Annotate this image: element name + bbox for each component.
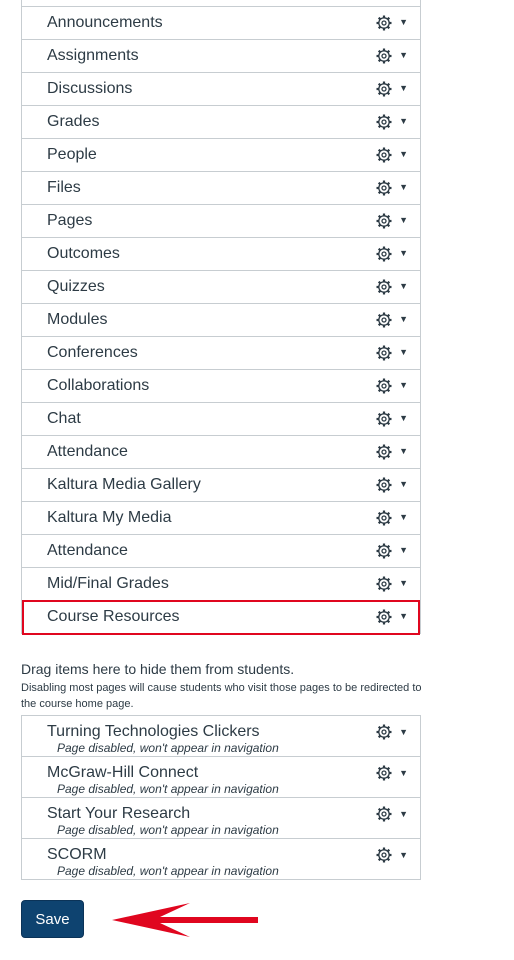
gear-icon[interactable] <box>376 147 392 163</box>
hidden-item-label: SCORM <box>47 846 107 863</box>
gear-icon[interactable] <box>376 806 392 822</box>
chevron-down-icon[interactable]: ▼ <box>399 347 408 357</box>
nav-item-quizzes[interactable]: Quizzes ▼ <box>22 270 420 303</box>
gear-icon[interactable] <box>376 114 392 130</box>
chevron-down-icon[interactable]: ▼ <box>399 149 408 159</box>
nav-item-files[interactable]: Files ▼ <box>22 171 420 204</box>
hidden-item-label: McGraw-Hill Connect <box>47 764 199 781</box>
left-arrow-annotation <box>112 903 258 937</box>
nav-item-label: Kaltura Media Gallery <box>47 476 201 493</box>
chevron-down-icon[interactable]: ▼ <box>399 479 408 489</box>
nav-item-label: Announcements <box>47 14 163 31</box>
gear-icon[interactable] <box>376 246 392 262</box>
chevron-down-icon[interactable]: ▼ <box>399 413 408 423</box>
nav-item-label: Mid/Final Grades <box>47 575 169 592</box>
nav-item-outcomes[interactable]: Outcomes ▼ <box>22 237 420 270</box>
save-button[interactable]: Save <box>21 900 84 938</box>
nav-item-pages[interactable]: Pages ▼ <box>22 204 420 237</box>
hidden-item[interactable]: McGraw-Hill Connect Page disabled, won't … <box>22 756 420 797</box>
hidden-item-status: Page disabled, won't appear in navigatio… <box>57 782 279 796</box>
nav-item-kaltura-media-gallery[interactable]: Kaltura Media Gallery ▼ <box>22 468 420 501</box>
nav-item-mid-final-grades[interactable]: Mid/Final Grades ▼ <box>22 567 420 600</box>
hidden-item-status: Page disabled, won't appear in navigatio… <box>57 741 279 755</box>
nav-item-attendance-2[interactable]: Attendance ▼ <box>22 534 420 567</box>
nav-item-label: Kaltura My Media <box>47 509 172 526</box>
chevron-down-icon[interactable]: ▼ <box>399 83 408 93</box>
gear-icon[interactable] <box>376 444 392 460</box>
nav-item-label: Assignments <box>47 47 139 64</box>
chevron-down-icon[interactable]: ▼ <box>399 578 408 588</box>
nav-item-conferences[interactable]: Conferences ▼ <box>22 336 420 369</box>
chevron-down-icon[interactable]: ▼ <box>399 248 408 258</box>
hidden-item-status: Page disabled, won't appear in navigatio… <box>57 864 279 878</box>
gear-icon[interactable] <box>376 48 392 64</box>
course-navigation-list: Announcements ▼ Assignments ▼ Discussions ▼… <box>21 0 421 634</box>
chevron-down-icon[interactable]: ▼ <box>399 545 408 555</box>
nav-item-chat[interactable]: Chat ▼ <box>22 402 420 435</box>
nav-item-grades[interactable]: Grades ▼ <box>22 105 420 138</box>
highlight-box <box>22 600 420 635</box>
chevron-down-icon[interactable]: ▼ <box>399 314 408 324</box>
gear-icon[interactable] <box>376 543 392 559</box>
chevron-down-icon[interactable]: ▼ <box>399 116 408 126</box>
nav-item-people[interactable]: People ▼ <box>22 138 420 171</box>
nav-item-label: Conferences <box>47 344 138 361</box>
chevron-down-icon[interactable]: ▼ <box>399 809 408 819</box>
nav-item-announcements[interactable]: Announcements ▼ <box>22 6 420 39</box>
chevron-down-icon[interactable]: ▼ <box>399 512 408 522</box>
nav-item-kaltura-my-media[interactable]: Kaltura My Media ▼ <box>22 501 420 534</box>
nav-item-label: Chat <box>47 410 81 427</box>
chevron-down-icon[interactable]: ▼ <box>399 850 408 860</box>
hidden-item[interactable]: SCORM Page disabled, won't appear in navi… <box>22 838 420 879</box>
gear-icon[interactable] <box>376 345 392 361</box>
chevron-down-icon[interactable]: ▼ <box>399 446 408 456</box>
nav-item-collaborations[interactable]: Collaborations ▼ <box>22 369 420 402</box>
hidden-item[interactable]: Start Your Research Page disabled, won't … <box>22 797 420 838</box>
nav-item-assignments[interactable]: Assignments ▼ <box>22 39 420 72</box>
chevron-down-icon[interactable]: ▼ <box>399 768 408 778</box>
chevron-down-icon[interactable]: ▼ <box>399 215 408 225</box>
gear-icon[interactable] <box>376 312 392 328</box>
hidden-section-title: Drag items here to hide them from studen… <box>21 661 295 677</box>
chevron-down-icon[interactable]: ▼ <box>399 727 408 737</box>
nav-item-discussions[interactable]: Discussions ▼ <box>22 72 420 105</box>
gear-icon[interactable] <box>376 765 392 781</box>
nav-item-label: Outcomes <box>47 245 120 262</box>
nav-item-label: Attendance <box>47 542 128 559</box>
hidden-item-label: Turning Technologies Clickers <box>47 723 260 740</box>
gear-icon[interactable] <box>376 576 392 592</box>
chevron-down-icon[interactable]: ▼ <box>399 380 408 390</box>
nav-item-label: People <box>47 146 97 163</box>
chevron-down-icon[interactable]: ▼ <box>399 17 408 27</box>
gear-icon[interactable] <box>376 180 392 196</box>
gear-icon[interactable] <box>376 510 392 526</box>
gear-icon[interactable] <box>376 477 392 493</box>
nav-item-modules[interactable]: Modules ▼ <box>22 303 420 336</box>
gear-icon[interactable] <box>376 279 392 295</box>
hidden-item-label: Start Your Research <box>47 805 191 822</box>
gear-icon[interactable] <box>376 847 392 863</box>
gear-icon[interactable] <box>376 15 392 31</box>
gear-icon[interactable] <box>376 724 392 740</box>
nav-item-label: Attendance <box>47 443 128 460</box>
chevron-down-icon[interactable]: ▼ <box>399 50 408 60</box>
chevron-down-icon[interactable]: ▼ <box>399 182 408 192</box>
gear-icon[interactable] <box>376 81 392 97</box>
hidden-section-note: Disabling most pages will cause students… <box>21 682 422 710</box>
nav-item-label: Files <box>47 179 81 196</box>
nav-item-label: Collaborations <box>47 377 150 394</box>
hidden-item-status: Page disabled, won't appear in navigatio… <box>57 823 279 837</box>
nav-item-label: Modules <box>47 311 108 328</box>
nav-item-label: Grades <box>47 113 100 130</box>
chevron-down-icon[interactable]: ▼ <box>399 281 408 291</box>
nav-item-label: Pages <box>47 212 93 229</box>
nav-item-label: Quizzes <box>47 278 105 295</box>
hidden-item[interactable]: Turning Technologies Clickers Page disabl… <box>22 716 420 756</box>
gear-icon[interactable] <box>376 378 392 394</box>
nav-item-attendance[interactable]: Attendance ▼ <box>22 435 420 468</box>
nav-item-label: Discussions <box>47 80 133 97</box>
hidden-items-list: Turning Technologies Clickers Page disabl… <box>21 715 421 880</box>
gear-icon[interactable] <box>376 411 392 427</box>
gear-icon[interactable] <box>376 213 392 229</box>
